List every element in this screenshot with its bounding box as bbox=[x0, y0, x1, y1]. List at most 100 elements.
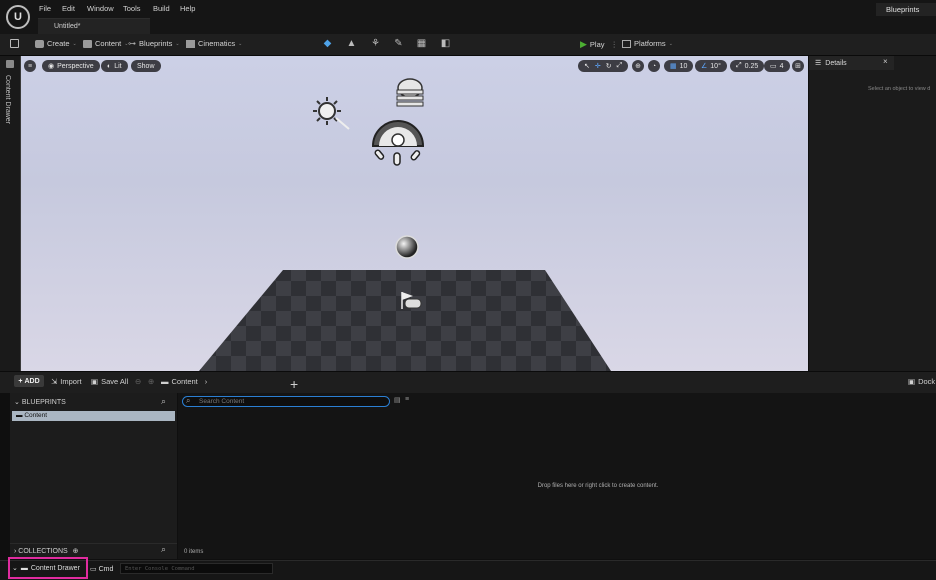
mesh-paint-mode-icon[interactable]: ✎ bbox=[393, 39, 404, 49]
reflection-capture-icon[interactable] bbox=[395, 235, 419, 259]
foliage-mode-icon[interactable]: ⚘ bbox=[370, 39, 381, 49]
console-command-input[interactable]: Enter Console Command bbox=[120, 563, 273, 574]
menu-file[interactable]: File bbox=[39, 4, 51, 13]
import-button[interactable]: ⇲ Import bbox=[51, 377, 82, 386]
add-button[interactable]: + ADD bbox=[14, 375, 44, 387]
filter-icon[interactable]: ≡ bbox=[405, 396, 409, 403]
chevron-down-icon: ⌄ bbox=[72, 40, 77, 47]
items-count: 0 items bbox=[184, 549, 204, 555]
search-icon: ⌕ bbox=[186, 396, 191, 405]
cinematics-button[interactable]: Cinematics ⌄ bbox=[186, 39, 242, 48]
breadcrumb-content[interactable]: Content bbox=[172, 377, 198, 386]
rotate-tool-icon[interactable]: ↻ bbox=[606, 62, 612, 70]
chevron-down-icon: ⌄ bbox=[175, 40, 180, 47]
select-tool-icon[interactable]: ↖ bbox=[584, 62, 590, 70]
lit-icon: ◐ bbox=[107, 62, 112, 70]
chevron-down-icon: ⌄ bbox=[12, 565, 18, 572]
menu-help[interactable]: Help bbox=[180, 4, 195, 13]
platforms-button[interactable]: Platforms ⌄ bbox=[622, 39, 673, 48]
asset-view[interactable] bbox=[178, 393, 936, 559]
select-mode-icon[interactable]: ◆ bbox=[322, 39, 333, 49]
perspective-button[interactable]: ◉ Perspective bbox=[42, 60, 100, 72]
clapperboard-icon bbox=[186, 39, 195, 48]
menu-build[interactable]: Build bbox=[153, 4, 170, 13]
maximize-viewport-button[interactable]: ⊞ bbox=[792, 60, 804, 72]
folder-icon: ▬ bbox=[16, 412, 23, 419]
content-drawer-label: Content Drawer bbox=[30, 564, 80, 572]
folder-icon bbox=[83, 39, 92, 48]
breadcrumb[interactable]: ▬ Content › bbox=[161, 377, 207, 386]
lit-button[interactable]: ◐ Lit bbox=[101, 60, 128, 72]
menu-tools[interactable]: Tools bbox=[123, 4, 141, 13]
menu-window[interactable]: Window bbox=[87, 4, 114, 13]
content-drawer-side-icon[interactable] bbox=[6, 60, 14, 68]
camera-speed-button[interactable]: ▭ 4 bbox=[764, 60, 790, 72]
plus-icon: + bbox=[18, 377, 23, 385]
save-all-label: Save All bbox=[101, 377, 129, 386]
transform-tools: ↖ ✛ ↻ ⤢ bbox=[578, 60, 629, 72]
hamburger-icon: ≡ bbox=[27, 62, 33, 70]
chevron-down-icon: ⌄ bbox=[238, 40, 243, 47]
surface-snap-button[interactable]: ◔ bbox=[648, 60, 660, 72]
play-icon: ▶ bbox=[580, 39, 587, 49]
create-icon bbox=[35, 39, 44, 48]
menu-edit[interactable]: Edit bbox=[62, 4, 75, 13]
add-collection-icon[interactable]: ⊕ bbox=[73, 548, 79, 555]
content-folder-label: Content bbox=[24, 412, 48, 419]
scale-snap-button[interactable]: ⤢ 0.25 bbox=[730, 60, 765, 72]
level-viewport[interactable]: ≡ ◉ Perspective ◐ Lit Show ↖ ✛ ↻ ⤢ ⊕ ◔ ▦… bbox=[20, 56, 808, 371]
forward-icon[interactable]: ⊕ bbox=[148, 377, 154, 386]
show-button[interactable]: Show bbox=[131, 60, 161, 72]
search-icon[interactable]: ⌕ bbox=[161, 544, 166, 555]
cmd-button[interactable]: ▭ Cmd bbox=[90, 565, 113, 573]
import-icon: ⇲ bbox=[51, 377, 58, 386]
world-space-button[interactable]: ⊕ bbox=[632, 60, 644, 72]
content-drawer-button[interactable]: ⌄ ▬ Content Drawer bbox=[8, 557, 88, 579]
blueprints-tree-header[interactable]: ⌄ BLUEPRINTS bbox=[10, 395, 177, 409]
create-button[interactable]: Create ⌄ bbox=[35, 39, 77, 48]
translate-tool-icon[interactable]: ✛ bbox=[595, 62, 601, 70]
sky-atmosphere-icon[interactable] bbox=[396, 78, 424, 107]
unreal-logo[interactable]: U bbox=[6, 5, 30, 29]
collections-header[interactable]: › COLLECTIONS ⊕ bbox=[10, 543, 177, 557]
close-icon[interactable]: × bbox=[883, 57, 888, 66]
dock-icon: ▣ bbox=[908, 377, 916, 386]
modeling-mode-icon[interactable]: ▦ bbox=[416, 39, 427, 49]
content-drawer-side-tab[interactable]: Content Drawer bbox=[4, 75, 11, 124]
dock-button[interactable]: ▣ Dock bbox=[908, 377, 935, 386]
play-label: Play bbox=[589, 40, 605, 49]
directional-light-icon[interactable] bbox=[313, 97, 350, 130]
play-button[interactable]: ▶ Play ⋮ bbox=[580, 39, 618, 50]
save-icon[interactable] bbox=[10, 39, 19, 48]
chevron-down-icon: ⌄ bbox=[668, 40, 673, 47]
tab-untitled[interactable]: Untitled* bbox=[38, 18, 150, 34]
scale-snap-value: 0.25 bbox=[744, 62, 759, 70]
content-button[interactable]: Content ⌄ bbox=[83, 39, 128, 48]
scale-tool-icon[interactable]: ⤢ bbox=[617, 62, 623, 70]
floor-plane bbox=[199, 270, 611, 371]
blueprints-tag[interactable]: Blueprints bbox=[876, 3, 936, 16]
back-icon[interactable]: ⊖ bbox=[135, 377, 141, 386]
viewport-scene bbox=[199, 78, 611, 371]
sky-light-icon[interactable] bbox=[371, 120, 425, 166]
landscape-mode-icon[interactable]: ▲ bbox=[346, 39, 357, 49]
blueprints-header-label: BLUEPRINTS bbox=[21, 399, 66, 406]
search-icon[interactable]: ⌕ bbox=[161, 396, 166, 407]
rotation-snap-button[interactable]: ∠ 10° bbox=[695, 60, 727, 72]
cinematics-label: Cinematics bbox=[198, 39, 236, 48]
save-all-button[interactable]: ▣ Save All bbox=[91, 377, 128, 386]
chevron-right-icon: › bbox=[14, 548, 17, 555]
content-folder-item[interactable]: ▬ Content bbox=[12, 411, 175, 421]
grid-snap-button[interactable]: ▦ 10 bbox=[664, 60, 694, 72]
blueprints-button[interactable]: ⊶ Blueprints ⌄ bbox=[128, 39, 180, 48]
camera-speed-value: 4 bbox=[779, 62, 784, 70]
details-tab[interactable]: ☰ Details bbox=[809, 56, 894, 70]
search-content-input[interactable]: Search Content bbox=[182, 396, 390, 407]
save-search-icon[interactable]: ▤ bbox=[394, 396, 401, 404]
import-label: Import bbox=[60, 377, 82, 386]
save-all-icon: ▣ bbox=[91, 377, 99, 386]
drop-files-message: Drop files here or right click to create… bbox=[537, 483, 659, 489]
more-options-icon[interactable]: ⋮ bbox=[611, 40, 619, 49]
fracture-mode-icon[interactable]: ◧ bbox=[440, 39, 451, 49]
viewport-menu-button[interactable]: ≡ bbox=[24, 60, 36, 72]
